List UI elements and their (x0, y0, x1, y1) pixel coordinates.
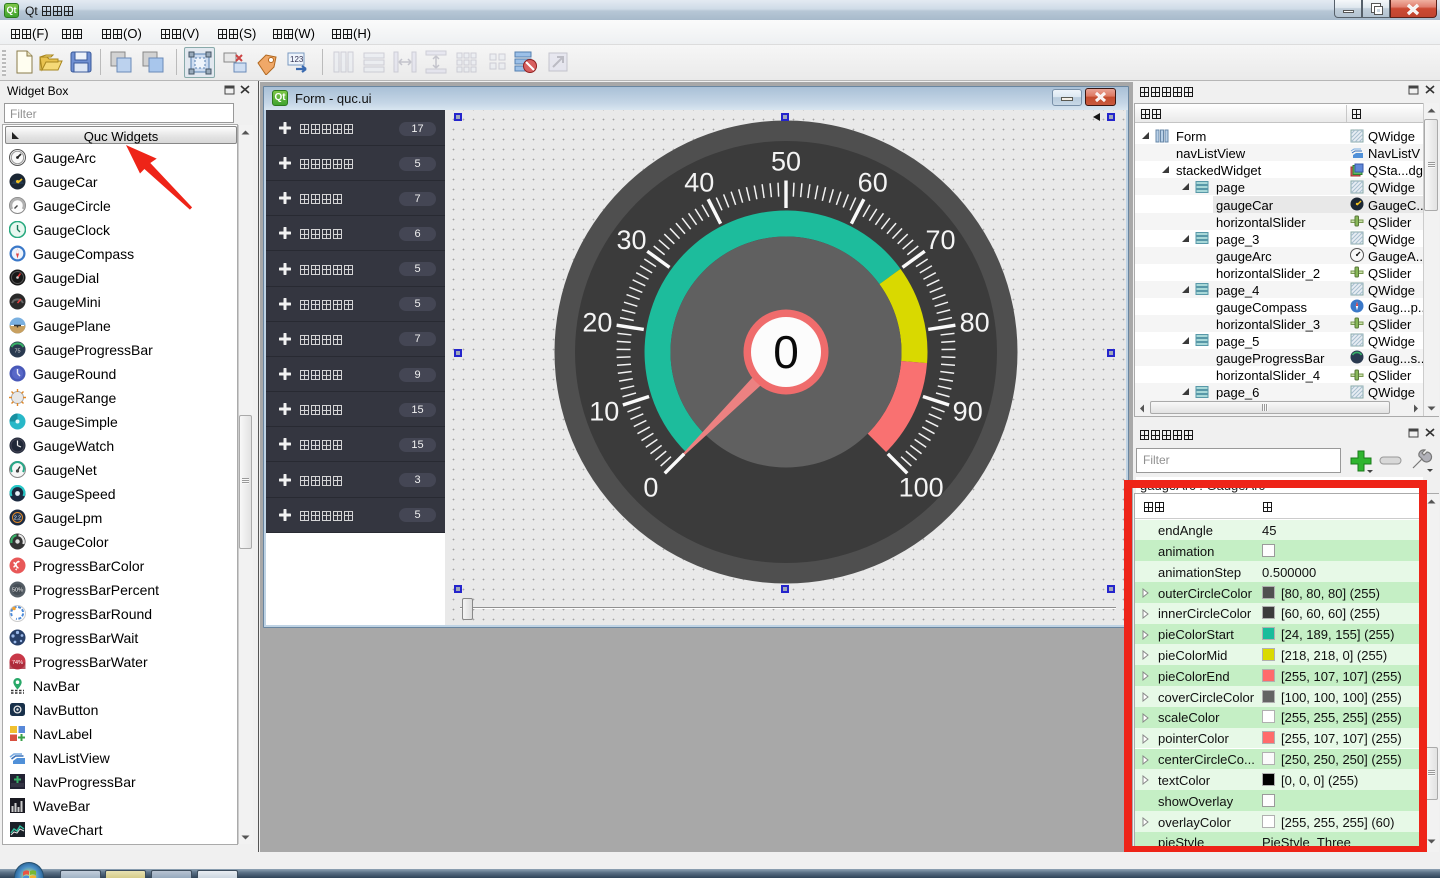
svg-text:90: 90 (953, 397, 983, 427)
svg-text:0: 0 (773, 326, 799, 378)
svg-text:0: 0 (643, 473, 658, 503)
svg-text:70: 70 (925, 225, 955, 255)
svg-text:20: 20 (582, 308, 612, 338)
svg-text:40: 40 (684, 167, 714, 197)
svg-text:2.2: 2.2 (14, 516, 21, 522)
svg-text:30: 30 (616, 225, 646, 255)
svg-text:50%: 50% (12, 588, 23, 594)
svg-text:74%: 74% (12, 660, 23, 666)
svg-text:100: 100 (899, 473, 944, 503)
svg-text:80: 80 (960, 308, 990, 338)
svg-text:75: 75 (14, 349, 20, 355)
svg-text:60: 60 (858, 167, 888, 197)
svg-text:50: 50 (771, 147, 801, 177)
svg-text:123: 123 (290, 55, 304, 64)
svg-text:10: 10 (589, 397, 619, 427)
